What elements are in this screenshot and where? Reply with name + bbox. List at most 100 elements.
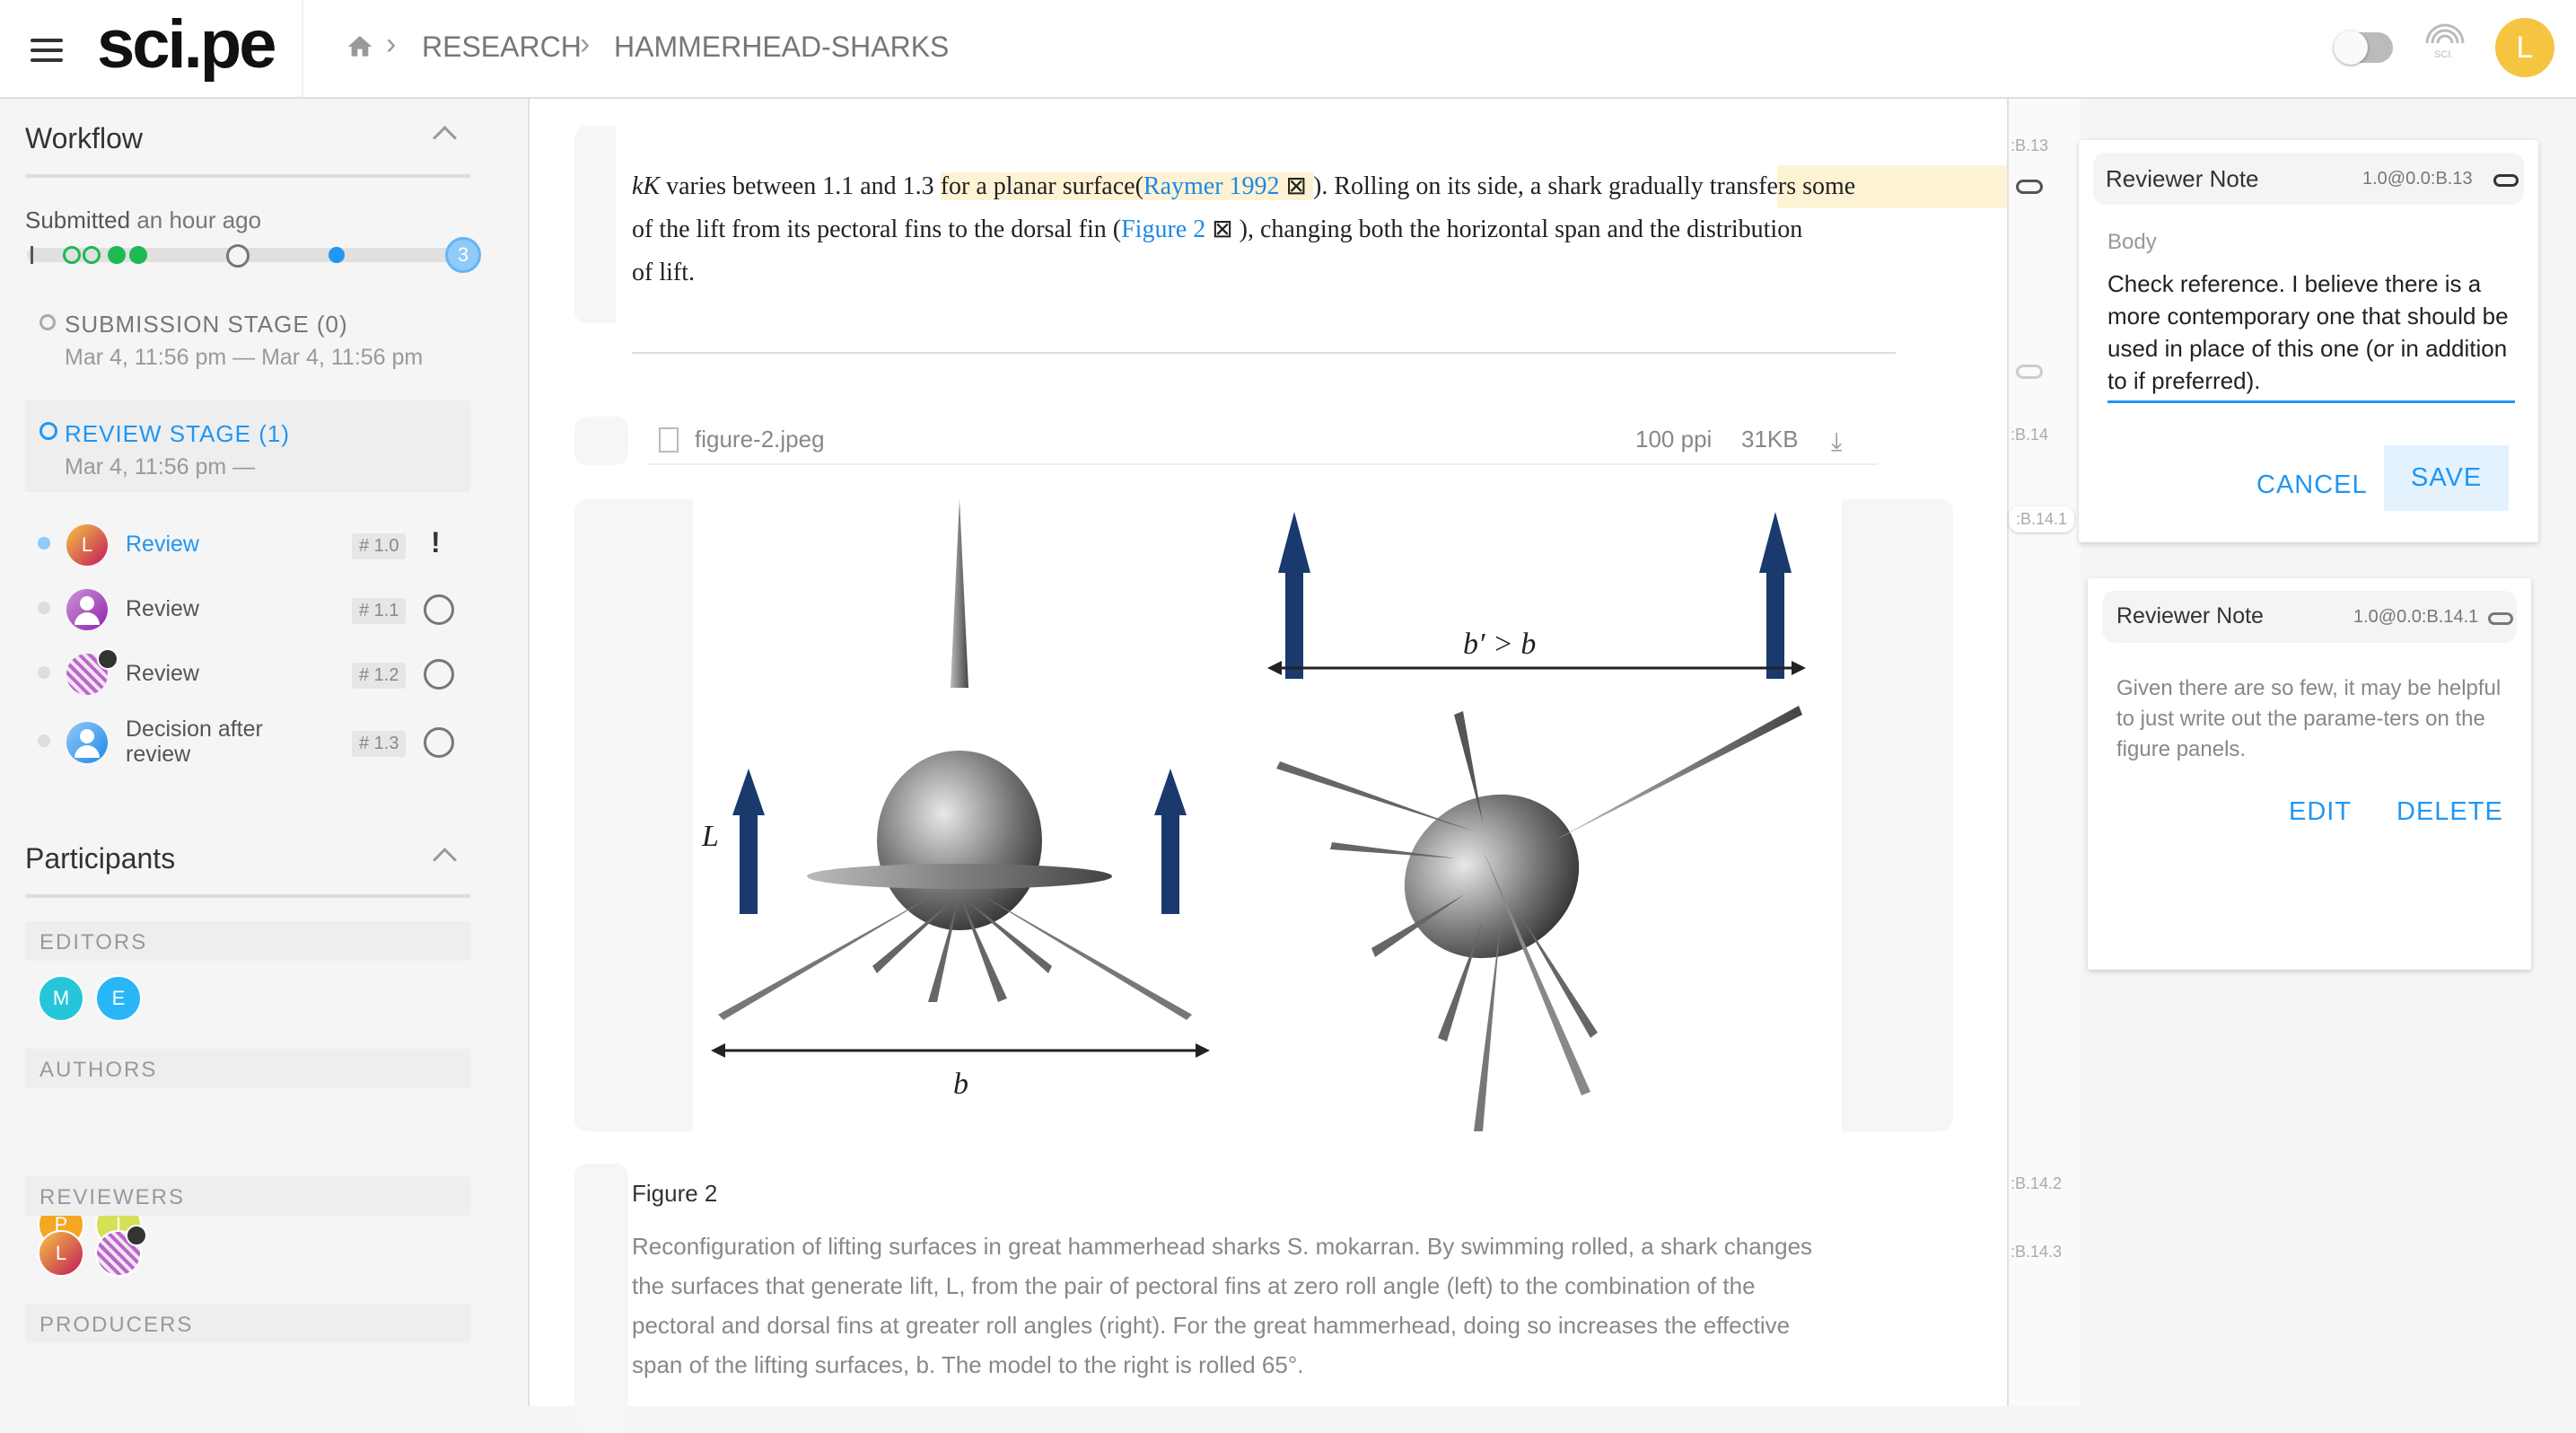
- editor-avatar[interactable]: M: [38, 975, 84, 1022]
- reviewer-note-editor: Reviewer Note 1.0@0.0:B.13 Body Check re…: [2079, 140, 2538, 542]
- workflow-title: Workflow: [25, 122, 143, 154]
- progress-dot: [329, 247, 345, 263]
- breadcrumb-research[interactable]: RESEARCH: [422, 31, 582, 64]
- editors-header: EDITORS: [25, 921, 470, 961]
- step-label: Review: [126, 532, 199, 557]
- paren-open: (: [1135, 172, 1143, 200]
- attachment-icon[interactable]: [2016, 365, 2043, 379]
- anchor-marker[interactable]: :B.13: [2011, 136, 2048, 155]
- step-tag: # 1.1: [352, 598, 407, 624]
- workflow-rule: [25, 174, 470, 178]
- figure-caption: Reconfiguration of lifting surfaces in g…: [632, 1226, 1942, 1385]
- attachment-icon[interactable]: [2016, 180, 2043, 194]
- note-body: Given there are so few, it may be helpfu…: [2116, 676, 2502, 761]
- step-dot: [38, 666, 50, 679]
- span-label: b: [953, 1068, 968, 1101]
- app-header: sci.pe › RESEARCH › HAMMERHEAD-SHARKS SC…: [0, 0, 2576, 99]
- anchor-marker[interactable]: :B.14.1: [2009, 506, 2075, 532]
- external-ref-icon[interactable]: ⊠: [1205, 215, 1239, 243]
- attachment-icon[interactable]: [2488, 612, 2513, 625]
- anchor-marker[interactable]: :B.14: [2011, 426, 2048, 444]
- figure-image[interactable]: L b b′ > b: [693, 499, 1842, 1131]
- alert-icon: !: [431, 526, 441, 558]
- progress-dot: [83, 246, 101, 264]
- menu-icon[interactable]: [31, 32, 63, 68]
- figure-link[interactable]: Figure 2: [1121, 215, 1205, 243]
- paragraph-line-3: of lift.: [632, 259, 695, 286]
- note-id: 1.0@0.0:B.13: [2362, 169, 2473, 189]
- highlighted-text[interactable]: for a planar surface: [940, 172, 1135, 200]
- view-toggle[interactable]: [2334, 31, 2393, 65]
- anchor-marker[interactable]: :B.14.2: [2011, 1174, 2062, 1193]
- progress-dot: [226, 244, 250, 268]
- section-divider: [632, 352, 1896, 354]
- submitted-label: Submitted: [25, 207, 131, 233]
- step-row[interactable]: Review # 1.2: [25, 646, 470, 700]
- editor-avatar[interactable]: E: [95, 975, 142, 1022]
- kk-symbol: kK: [632, 172, 661, 200]
- anchor-marker[interactable]: :B.14.3: [2011, 1243, 2062, 1262]
- user-avatar[interactable]: L: [2495, 18, 2554, 77]
- progress-badge: 3: [445, 237, 481, 273]
- sidebar: Workflow Submitted an hour ago 3 SUBMISS…: [0, 99, 530, 1406]
- review-stage[interactable]: REVIEW STAGE (1) Mar 4, 11:56 pm —: [25, 400, 470, 492]
- producers-label: PRODUCERS: [39, 1313, 194, 1337]
- caption-line: span of the lifting surfaces, b. The mod…: [632, 1351, 1304, 1378]
- note-header: Reviewer Note 1.0@0.0:B.13: [2093, 153, 2524, 205]
- step-tag: # 1.0: [352, 533, 407, 559]
- delete-button[interactable]: DELETE: [2396, 797, 2503, 827]
- pending-clock-badge: [97, 648, 118, 670]
- step-label: Decision after review: [126, 716, 263, 767]
- step-row[interactable]: Decision after review # 1.3: [25, 709, 470, 772]
- sci-signal-icon[interactable]: SCI.: [2420, 18, 2470, 63]
- clock-icon: [424, 659, 454, 690]
- app-logo[interactable]: sci.pe: [97, 5, 276, 84]
- submission-stage[interactable]: SUBMISSION STAGE (0) Mar 4, 11:56 pm — M…: [25, 307, 470, 388]
- person-avatar-icon: [66, 722, 108, 763]
- person-head: [80, 729, 94, 743]
- svg-text:SCI.: SCI.: [2434, 49, 2453, 60]
- reviewer-avatar[interactable]: L: [38, 1230, 84, 1277]
- submission-stage-dates: Mar 4, 11:56 pm — Mar 4, 11:56 pm: [65, 345, 424, 370]
- paragraph-line-1: kK varies between 1.1 and 1.3 for a plan…: [632, 165, 1996, 208]
- body-label: Body: [2107, 230, 2157, 254]
- submitted-time: an hour ago: [136, 207, 262, 233]
- avatar: L: [66, 524, 108, 566]
- reference-link[interactable]: Raymer 1992: [1143, 172, 1280, 200]
- person-avatar-icon: [66, 589, 108, 630]
- download-icon[interactable]: ⤓: [1831, 427, 1842, 457]
- step-row[interactable]: L Review # 1.0 !: [25, 517, 470, 571]
- step-row[interactable]: Review # 1.1: [25, 582, 470, 636]
- authors-header: AUTHORS: [25, 1049, 470, 1088]
- file-size: 31KB: [1741, 426, 1799, 453]
- external-ref-icon[interactable]: ⊠: [1279, 172, 1313, 200]
- step-dot: [38, 537, 50, 549]
- editors-label: EDITORS: [39, 930, 148, 954]
- chevron-up-icon[interactable]: [433, 848, 457, 872]
- note-title: Reviewer Note: [2116, 603, 2264, 629]
- caption-line: Reconfiguration of lifting surfaces in g…: [632, 1233, 1813, 1260]
- file-name[interactable]: figure-2.jpeg: [695, 426, 825, 453]
- info-icon: [39, 422, 57, 440]
- save-button[interactable]: SAVE: [2384, 445, 2510, 511]
- pending-clock-badge: [126, 1225, 147, 1246]
- file-gutter: [574, 417, 628, 465]
- breadcrumb-current: HAMMERHEAD-SHARKS: [614, 31, 950, 63]
- attachment-icon[interactable]: [2493, 174, 2519, 187]
- person-body: [74, 612, 100, 625]
- step-tag: # 1.2: [352, 663, 407, 689]
- circle-outline-icon: [39, 314, 56, 330]
- home-icon[interactable]: [345, 32, 375, 61]
- review-stage-label: REVIEW STAGE (1): [65, 420, 290, 447]
- file-ppi: 100 ppi: [1635, 426, 1713, 453]
- note-body-textarea[interactable]: Check reference. I believe there is a mo…: [2107, 268, 2515, 403]
- note-header: Reviewer Note 1.0@0.0:B.14.1: [2102, 591, 2517, 643]
- cancel-button[interactable]: CANCEL: [2247, 454, 2377, 516]
- chevron-up-icon[interactable]: [433, 126, 457, 150]
- paragraph-text: kK varies between 1.1 and 1.3 for a plan…: [632, 165, 1996, 295]
- note-id: 1.0@0.0:B.14.1: [2353, 607, 2479, 627]
- lift-label: L: [701, 820, 719, 853]
- progress-dot: [63, 246, 81, 264]
- edit-button[interactable]: EDIT: [2289, 797, 2352, 827]
- text-span: ). Rolling on its side, a shark graduall…: [1313, 172, 1856, 200]
